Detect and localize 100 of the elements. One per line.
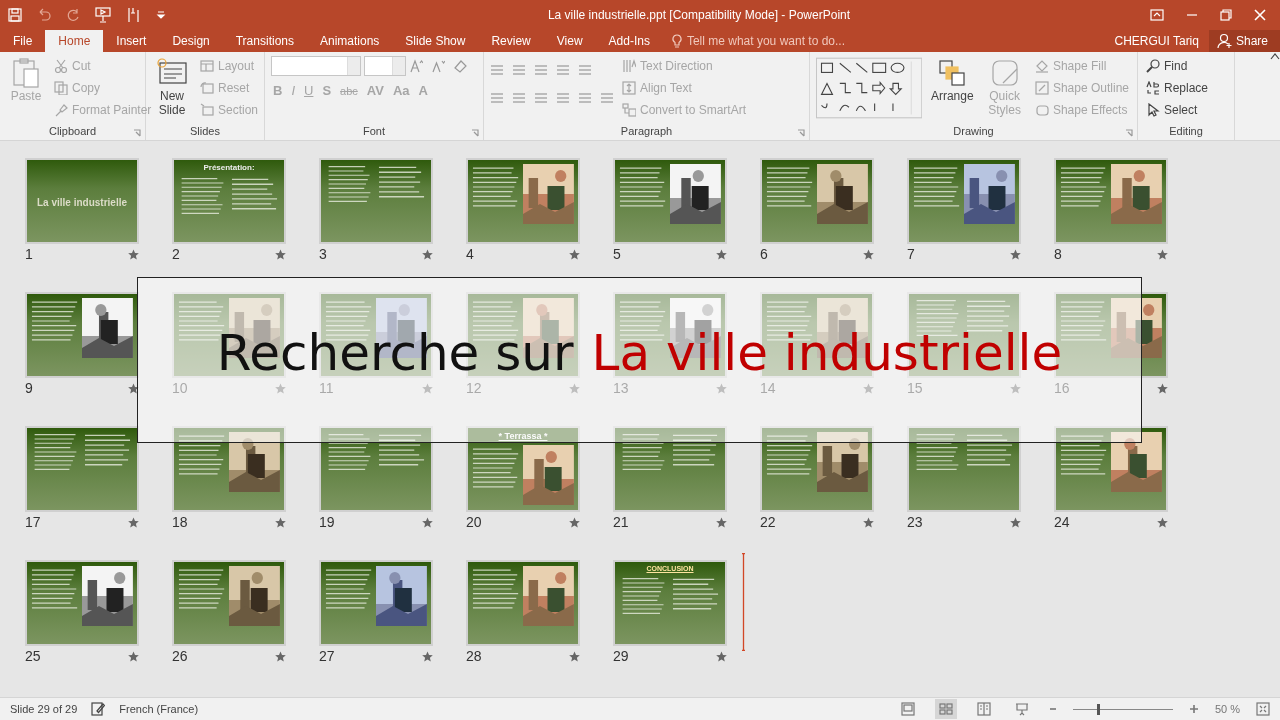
new-slide-button[interactable]: New Slide: [152, 55, 192, 122]
star-icon: [128, 382, 139, 394]
slide-thumbnail[interactable]: [1054, 158, 1168, 244]
star-icon: [716, 516, 727, 528]
slide-thumbnail[interactable]: [25, 426, 139, 512]
ribbon-tab[interactable]: Add-Ins: [595, 30, 663, 52]
format-button[interactable]: abc: [338, 84, 360, 97]
ribbon-tab[interactable]: Home: [45, 30, 104, 52]
font-name-field[interactable]: [271, 56, 361, 76]
slide-number: 8: [1054, 246, 1062, 262]
ribbon-tab[interactable]: Animations: [307, 30, 393, 52]
slide-thumbnail[interactable]: [1054, 426, 1168, 512]
slide-number: 10: [172, 380, 188, 396]
slide-number: 23: [907, 514, 923, 530]
star-icon: [1157, 382, 1168, 394]
star-icon: [422, 248, 433, 260]
slide-thumbnail[interactable]: * Terrassa *: [466, 426, 580, 512]
format-button[interactable]: Aa: [390, 83, 412, 98]
star-icon: [1010, 516, 1021, 528]
ribbon-display-icon: [1150, 9, 1164, 21]
slide-thumbnail[interactable]: [907, 426, 1021, 512]
ribbon-button[interactable]: Find: [1144, 55, 1211, 77]
format-button[interactable]: AV: [364, 83, 386, 98]
ribbon-tab[interactable]: Slide Show: [392, 30, 479, 52]
user-name[interactable]: CHERGUI Tariq: [1114, 30, 1209, 52]
zoom-level[interactable]: 50 %: [1214, 703, 1240, 715]
slide-thumbnail[interactable]: [760, 158, 874, 244]
slide-number: 26: [172, 648, 188, 664]
star-icon: [569, 382, 580, 394]
zoom-out-icon: [1048, 705, 1057, 713]
slide-thumbnail[interactable]: [907, 158, 1021, 244]
slide-number: 24: [1054, 514, 1070, 530]
ribbon-button[interactable]: Select: [1144, 99, 1211, 121]
slide-thumbnail[interactable]: [760, 426, 874, 512]
ribbon-tab[interactable]: Transitions: [222, 30, 307, 52]
paint-bucket-icon: [1034, 59, 1049, 73]
language-status[interactable]: French (France): [119, 703, 199, 715]
ribbon-button[interactable]: Replace: [1144, 77, 1211, 99]
star-icon: [275, 650, 286, 662]
slide-thumbnail[interactable]: Présentation:: [172, 158, 286, 244]
star-icon: [1010, 248, 1021, 260]
dialog-launcher-icon: [1125, 129, 1133, 137]
slide-thumbnail[interactable]: [466, 560, 580, 646]
scissors-icon: [54, 59, 68, 73]
slide-thumbnail[interactable]: [172, 560, 286, 646]
dialog-launcher-icon: [471, 129, 479, 137]
slide-number: 25: [25, 648, 41, 664]
slide-number: 7: [907, 246, 915, 262]
slide-number: 20: [466, 514, 482, 530]
star-icon: [863, 516, 874, 528]
ribbon-tab[interactable]: File: [0, 30, 46, 52]
fit-to-window-icon: [1256, 702, 1270, 716]
ribbon-tab[interactable]: Design: [159, 30, 223, 52]
shapes-gallery-icon: [816, 55, 923, 121]
ribbon-tab[interactable]: Review: [478, 30, 544, 52]
slide-thumbnail[interactable]: [613, 158, 727, 244]
dialog-launcher-icon: [797, 129, 805, 137]
justify-icon: [556, 91, 570, 105]
slide-thumbnail[interactable]: [319, 560, 433, 646]
slide-thumbnail[interactable]: [172, 426, 286, 512]
font-size-field[interactable]: [364, 56, 406, 76]
slide-thumbnail[interactable]: La ville industrielle: [25, 158, 139, 244]
align-left-icon: [490, 91, 504, 105]
slide-thumbnail[interactable]: [319, 158, 433, 244]
slide-thumbnail[interactable]: [25, 560, 139, 646]
tell-me-field[interactable]: Tell me what you want to do...: [670, 30, 857, 52]
format-button[interactable]: A: [416, 83, 430, 98]
slide-sorter-button[interactable]: [934, 699, 957, 719]
format-button[interactable]: I: [289, 83, 297, 98]
group-label: Editing: [1169, 125, 1203, 137]
section-icon: [200, 103, 214, 117]
star-icon: [569, 516, 580, 528]
format-button[interactable]: S: [320, 83, 334, 98]
ribbon-tab[interactable]: Insert: [103, 30, 160, 52]
ribbon-tab[interactable]: View: [543, 30, 596, 52]
grow-font-icon: [409, 59, 423, 73]
slide-thumbnail[interactable]: [613, 426, 727, 512]
slide-number: 5: [613, 246, 621, 262]
reset-icon: [200, 81, 214, 95]
star-icon: [128, 516, 139, 528]
arrange-button[interactable]: Arrange: [928, 55, 977, 122]
customize-caret-icon: [156, 10, 166, 20]
star-icon: [422, 516, 433, 528]
slide-thumbnail[interactable]: [319, 426, 433, 512]
slide-number: 29: [613, 648, 629, 664]
copy-icon: [54, 81, 68, 95]
slide-thumbnail[interactable]: [25, 292, 139, 378]
line-spacing-icon: [578, 63, 592, 77]
format-button[interactable]: B: [271, 83, 285, 98]
slide-thumbnail[interactable]: [466, 158, 580, 244]
close-icon: [1254, 9, 1266, 21]
slide-number: 14: [760, 380, 776, 396]
lightbulb-icon: [670, 34, 683, 48]
star-icon: [569, 248, 580, 260]
share-button[interactable]: Share: [1208, 30, 1280, 52]
slide-number: 17: [25, 514, 41, 530]
slide-number: 4: [466, 246, 474, 262]
projector-screen-icon: [1014, 702, 1029, 716]
star-icon: [422, 382, 433, 394]
format-button[interactable]: U: [302, 83, 316, 98]
